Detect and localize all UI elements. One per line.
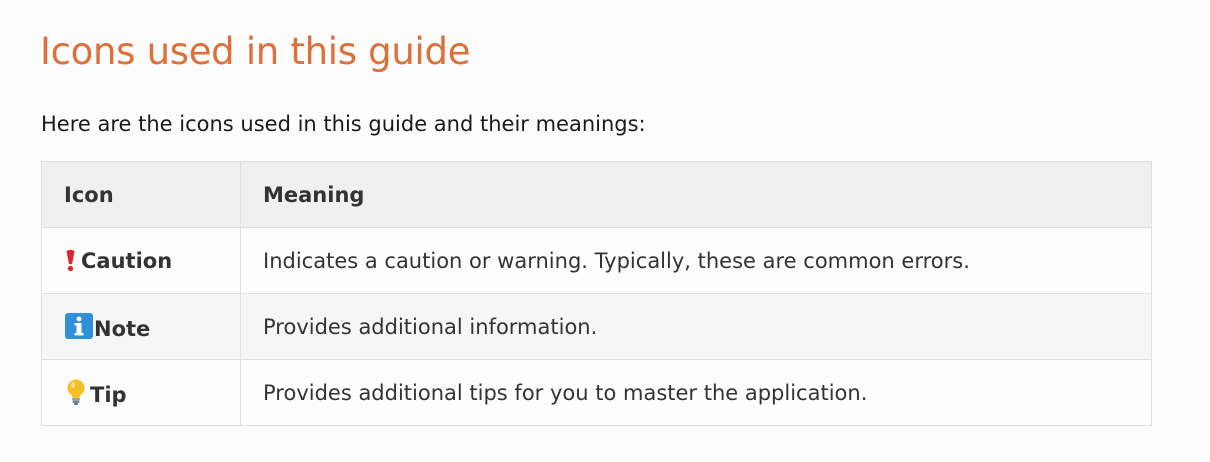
meaning-cell-caution: Indicates a caution or warning. Typicall…: [240, 227, 1152, 294]
icon-cell-caution: Caution: [41, 227, 241, 294]
icon-label-caution: Caution: [81, 249, 173, 273]
information-icon: [64, 312, 94, 340]
intro-paragraph: Here are the icons used in this guide an…: [41, 112, 646, 136]
light-bulb-icon: [64, 378, 88, 406]
icon-cell-note: Note: [41, 293, 241, 360]
icon-label-tip: Tip: [90, 383, 127, 407]
meaning-cell-note: Provides additional information.: [240, 293, 1152, 360]
section-heading: Icons used in this guide: [40, 30, 471, 73]
icon-label-note: Note: [94, 317, 151, 341]
exclamation-mark-icon: [64, 248, 77, 272]
table-header-row: Icon Meaning: [41, 161, 1152, 228]
meaning-cell-tip: Provides additional tips for you to mast…: [240, 359, 1152, 426]
table-row-tip: Tip Provides additional tips for you to …: [41, 359, 1152, 426]
guide-page: Icons used in this guide Here are the ic…: [0, 0, 1210, 462]
table-row-note: Note Provides additional information.: [41, 293, 1152, 360]
column-header-icon: Icon: [41, 161, 241, 228]
column-header-meaning: Meaning: [240, 161, 1152, 228]
icon-cell-tip: Tip: [41, 359, 241, 426]
icons-table: Icon Meaning Caution Indicates a caution…: [41, 161, 1152, 426]
table-row-caution: Caution Indicates a caution or warning. …: [41, 227, 1152, 294]
